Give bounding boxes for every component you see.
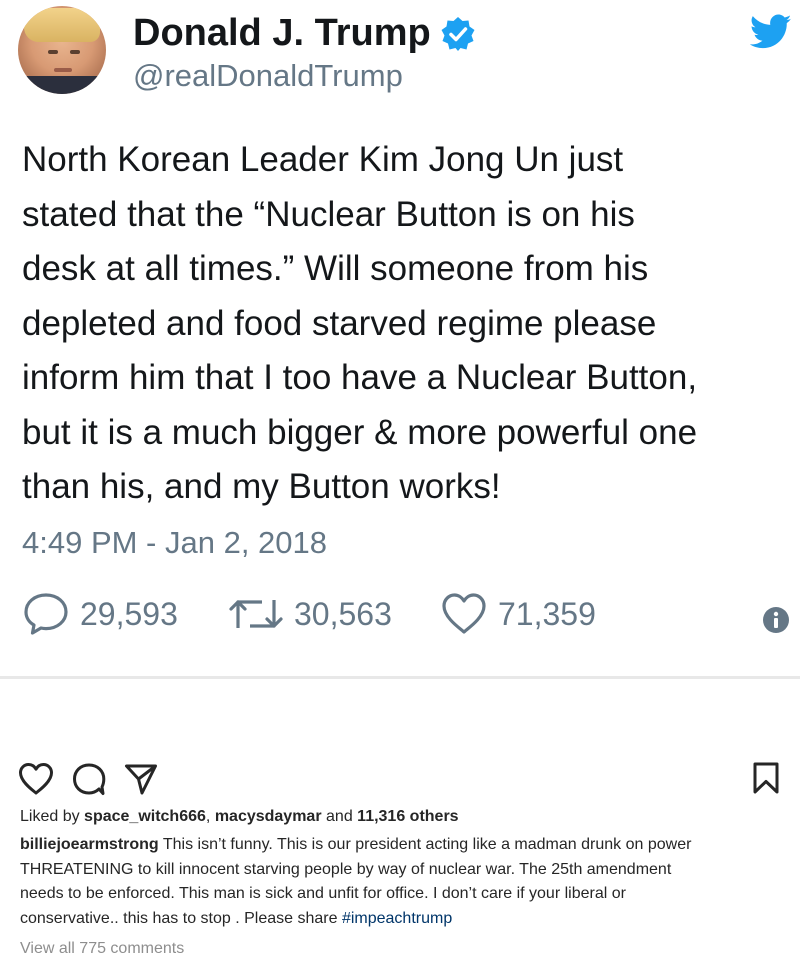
liked-user[interactable]: macysdaymar (215, 808, 322, 825)
and-word: and (326, 808, 353, 825)
retweet-icon (229, 600, 283, 628)
avatar[interactable] (18, 6, 106, 94)
bookmark-icon[interactable] (752, 762, 780, 794)
tweet-text-line: depleted and food starved regime please (22, 303, 657, 343)
caption-text: THREATENING to kill innocent starving pe… (20, 860, 672, 878)
liked-by-summary: Liked by space_witch666, macysdaymar and… (20, 808, 459, 826)
divider (0, 676, 800, 679)
liked-by-prefix: Liked by (20, 808, 80, 825)
reply-count: 29,593 (80, 595, 178, 632)
tweet-card: Donald J. Trump @realDonaldTrump North K… (0, 0, 800, 676)
hashtag-link[interactable]: #impeachtrump (342, 910, 452, 927)
tweet-timestamp[interactable]: 4:49 PM - Jan 2, 2018 (22, 525, 327, 561)
tweet-text: North Korean Leader Kim Jong Un just sta… (22, 133, 797, 515)
tweet-text-line: inform him that I too have a Nuclear But… (22, 358, 698, 397)
like-count: 71,359 (498, 595, 596, 632)
caption: billiejoearmstrong This isn’t funny. Thi… (20, 833, 790, 931)
tweet-text-line: North Korean Leader Kim Jong Un just (22, 140, 624, 179)
comment-icon[interactable] (72, 762, 106, 796)
retweet-count: 30,563 (294, 595, 392, 632)
author-handle[interactable]: @realDonaldTrump (133, 58, 403, 94)
view-all-comments-link[interactable]: View all 775 comments (20, 940, 184, 958)
tweet-text-line: stated that the “Nuclear Button is on hi… (22, 194, 635, 234)
info-icon[interactable] (762, 606, 790, 634)
tweet-text-line: but it is a much bigger & more powerful … (22, 412, 698, 452)
heart-icon (442, 593, 486, 634)
author-name[interactable]: Donald J. Trump (133, 12, 431, 55)
send-icon[interactable] (124, 762, 158, 796)
tweet-text-line: than his, and my Button works! (22, 467, 501, 506)
caption-username[interactable]: billiejoearmstrong (20, 836, 159, 853)
liked-user[interactable]: space_witch666 (84, 808, 206, 825)
separator: , (205, 808, 211, 825)
caption-text: needs to be enforced. This man is sick a… (20, 885, 626, 902)
twitter-bird-icon (750, 14, 792, 49)
tweet-text-line: desk at all times.” Will someone from hi… (22, 249, 649, 288)
retweet-button[interactable]: 30,563 (228, 592, 392, 636)
caption-text: This isn’t funny. This is our president … (162, 836, 692, 853)
verified-badge-icon (441, 17, 475, 51)
reply-icon (24, 593, 68, 635)
like-button[interactable]: 71,359 (440, 592, 596, 636)
heart-outline-icon[interactable] (18, 762, 54, 796)
likes-count-link[interactable]: 11,316 others (357, 808, 458, 825)
reply-button[interactable]: 29,593 (22, 592, 178, 636)
caption-text: conservative.. this has to stop . Please… (20, 909, 338, 927)
